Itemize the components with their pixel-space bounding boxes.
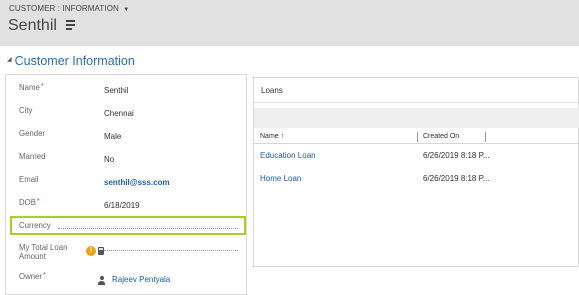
required-asterisk-icon: *	[36, 198, 40, 205]
field-label-gender: Gender	[19, 129, 46, 138]
field-label-owner: Owner*	[19, 272, 46, 281]
record-title-text: Senthil	[8, 17, 57, 34]
user-icon	[98, 276, 105, 286]
loan-created-on: 6/26/2019 8:18 P...	[423, 151, 490, 160]
loan-name-link[interactable]: Education Loan	[260, 151, 316, 160]
form-row-gender: Gender Male	[6, 128, 246, 150]
column-header-created-on[interactable]: Created On	[423, 133, 459, 140]
field-label-name: Name*	[19, 83, 44, 92]
field-label-total-loan: My Total Loan Amount	[19, 243, 68, 261]
warning-icon[interactable]: !	[86, 246, 96, 256]
divider	[254, 102, 579, 103]
chevron-down-icon: ▼	[123, 7, 130, 13]
field-value-email[interactable]: senthil@sss.com	[104, 178, 170, 187]
field-value-married[interactable]: No	[104, 155, 114, 164]
required-asterisk-icon: *	[42, 272, 46, 279]
table-row[interactable]: Education Loan 6/26/2019 8:18 P...	[254, 146, 579, 166]
loans-subgrid: Loans Name ↑ Created On Education Loan 6…	[253, 77, 579, 267]
table-row[interactable]: Home Loan 6/26/2019 8:18 P...	[254, 169, 579, 189]
form-row-total-loan: My Total Loan Amount	[6, 242, 246, 268]
required-asterisk-icon: *	[40, 83, 44, 90]
column-resize-handle[interactable]	[417, 132, 418, 142]
empty-value-dotted-line	[58, 228, 238, 229]
field-label-married: Married	[19, 152, 46, 161]
empty-value-dotted-line	[104, 250, 238, 251]
field-value-gender[interactable]: Male	[104, 132, 121, 141]
entity-form-selector[interactable]: CUSTOMER : INFORMATION ▼	[9, 4, 129, 13]
field-label-email: Email	[19, 175, 39, 184]
field-value-dob[interactable]: 6/18/2019	[104, 201, 140, 210]
section-title: Customer Information	[14, 54, 135, 68]
subgrid-toolbar	[254, 108, 579, 128]
form-row-married: Married No	[6, 151, 246, 173]
form-row-currency: Currency	[6, 220, 246, 242]
form-row-city: City Chennai	[6, 105, 246, 127]
loan-name-link[interactable]: Home Loan	[260, 174, 301, 183]
column-resize-handle[interactable]	[485, 132, 486, 142]
grid-header: Name ↑ Created On	[254, 130, 579, 144]
record-header: CUSTOMER : INFORMATION ▼ Senthil	[0, 0, 579, 46]
calculator-icon[interactable]	[98, 247, 104, 255]
field-label-currency: Currency	[19, 221, 51, 230]
section-header[interactable]: ◢ Customer Information	[7, 54, 135, 68]
form-row-owner: Owner* Rajeev Pentyala	[6, 271, 246, 293]
customer-form: Name* Senthil City Chennai Gender Male M…	[5, 74, 247, 295]
breadcrumb-label: CUSTOMER : INFORMATION	[9, 4, 119, 13]
field-value-owner[interactable]: Rajeev Pentyala	[112, 275, 170, 284]
field-label-city: City	[19, 106, 33, 115]
form-row-email: Email senthil@sss.com	[6, 174, 246, 196]
collapse-triangle-icon: ◢	[7, 57, 12, 64]
field-value-name[interactable]: Senthil	[104, 86, 128, 95]
list-icon[interactable]	[66, 18, 76, 32]
form-row-name: Name* Senthil	[6, 82, 246, 104]
field-value-city[interactable]: Chennai	[104, 109, 134, 118]
loan-created-on: 6/26/2019 8:18 P...	[423, 174, 490, 183]
subgrid-title: Loans	[261, 86, 283, 95]
field-label-dob: DOB*	[19, 198, 40, 207]
column-header-name[interactable]: Name ↑	[260, 133, 284, 140]
record-title: Senthil	[8, 17, 76, 35]
